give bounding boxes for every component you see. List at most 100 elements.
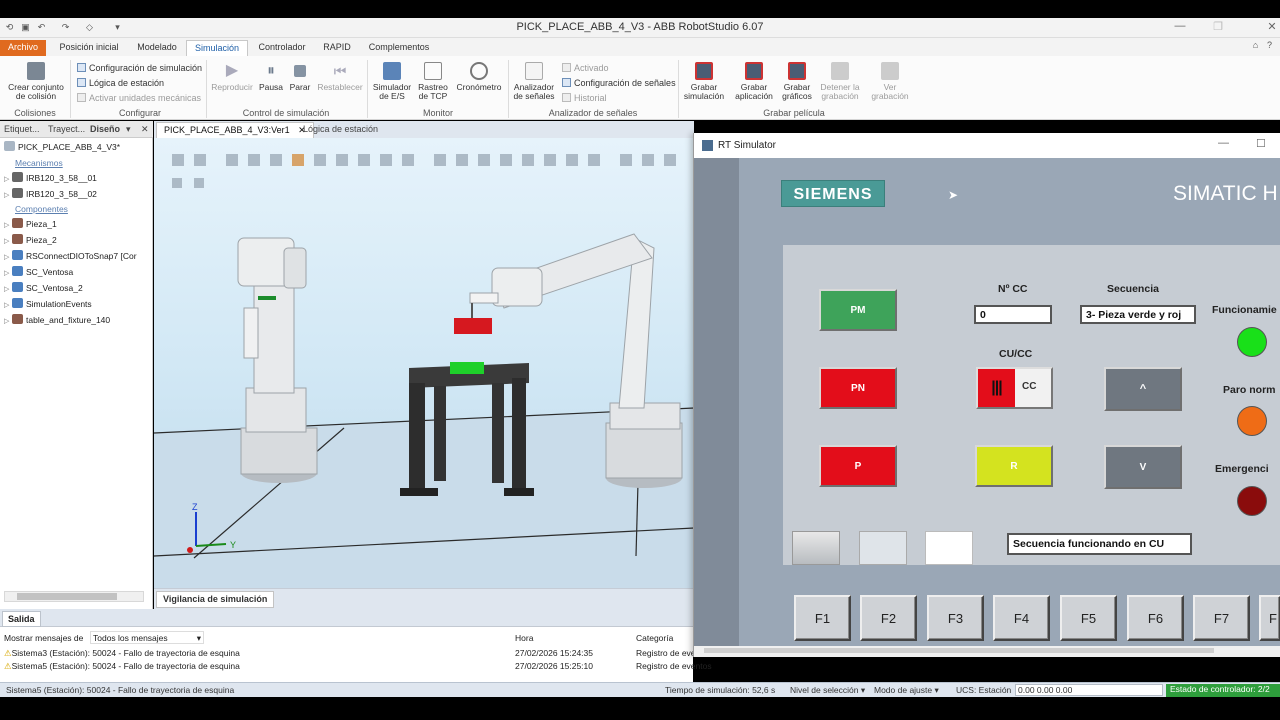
tree-item-componente[interactable]: ▷ Pieza_2 <box>4 232 57 248</box>
f2-key[interactable]: F2 <box>860 595 917 641</box>
tab-trayectorias[interactable]: Trayect... <box>48 123 85 137</box>
group-grabar-pelicula: Grabar película <box>763 108 825 118</box>
column-hora[interactable]: Hora <box>515 633 533 643</box>
thumbnail-station-icon[interactable] <box>859 531 907 565</box>
tab-rapid[interactable]: RAPID <box>318 40 356 56</box>
tab-etiquetas[interactable]: Etiquet... <box>4 123 40 137</box>
f1-key[interactable]: F1 <box>794 595 851 641</box>
tree-item-componente[interactable]: ▷ SC_Ventosa <box>4 264 73 280</box>
tab-salida[interactable]: Salida <box>2 611 41 627</box>
close-panel-icon[interactable]: ✕ <box>141 123 149 137</box>
create-collision-set-button[interactable]: Crear conjunto de colisión <box>4 62 68 101</box>
tab-view1[interactable]: PICK_PLACE_ABB_4_V3:Ver1 ✕ <box>156 122 314 138</box>
tab-station-logic[interactable]: Lógica de estación <box>296 122 385 138</box>
horizontal-scrollbar[interactable] <box>4 591 144 602</box>
viewport-toolbar[interactable] <box>172 154 676 188</box>
signal-config-button[interactable]: Configuración de señales <box>562 78 676 88</box>
controller-status[interactable]: Estado de controlador: 2/2 <box>1166 684 1280 697</box>
pin-icon[interactable]: ▾ <box>126 123 131 137</box>
part-icon <box>12 314 23 324</box>
tcp-trace-button[interactable]: Rastreo de TCP <box>414 62 452 101</box>
tab-diseno[interactable]: Diseño <box>90 123 120 137</box>
tab-complementos[interactable]: Complementos <box>362 40 436 56</box>
pm-button[interactable]: PM <box>819 289 897 331</box>
rt-horizontal-scrollbar[interactable] <box>704 648 1214 653</box>
record-graphics-button[interactable]: Grabar gráficos <box>778 62 816 101</box>
f6-key[interactable]: F6 <box>1127 595 1184 641</box>
close-icon[interactable]: ✕ <box>1262 20 1280 36</box>
tree-item-componente[interactable]: ▷ table_and_fixture_140 <box>4 312 110 328</box>
sim-config-button[interactable]: Configuración de simulación <box>77 63 202 73</box>
rt-app-icon <box>702 140 713 151</box>
rt-maximize-icon[interactable]: ☐ <box>1256 137 1266 150</box>
viewport-footer: Vigilancia de simulación <box>154 588 694 609</box>
help-icon[interactable]: ⌂ <box>1250 40 1261 51</box>
stop-recording-button[interactable]: Detener la grabación <box>816 62 864 101</box>
tree-item-componente[interactable]: ▷ Pieza_1 <box>4 216 57 232</box>
pause-button[interactable]: ⏸ Pausa <box>256 62 286 92</box>
view-recording-button[interactable]: Ver grabación <box>866 62 914 101</box>
minimize-icon[interactable]: — <box>1170 20 1190 36</box>
pn-button[interactable]: PN <box>819 367 897 409</box>
secuencia-field[interactable]: 3- Pieza verde y roj <box>1080 305 1196 324</box>
tab-simulacion[interactable]: Simulación <box>186 40 248 56</box>
scrollbar-thumb[interactable] <box>17 593 117 600</box>
nocc-field[interactable]: 0 <box>974 305 1052 324</box>
expand-arrow-icon[interactable]: ▷ <box>4 314 12 330</box>
tab-archivo[interactable]: Archivo <box>0 40 46 56</box>
expand-arrow-icon[interactable]: ▷ <box>4 188 12 204</box>
stop-recording-icon <box>831 62 849 80</box>
stop-button[interactable]: Parar <box>287 62 313 92</box>
cucc-switch[interactable]: ||| CC <box>976 367 1053 409</box>
f4-key[interactable]: F4 <box>993 595 1050 641</box>
signal-analyzer-icon <box>525 62 543 80</box>
output-row[interactable]: ⚠Sistema3 (Estación): 50024 - Fallo de t… <box>4 648 240 659</box>
snap-mode-dropdown[interactable]: Modo de ajuste ▾ <box>874 685 939 696</box>
tree-item-mecanismo[interactable]: ▷ IRB120_3_58__02 <box>4 186 97 202</box>
tree-item-componente[interactable]: ▷ SC_Ventosa_2 <box>4 280 83 296</box>
r-button[interactable]: R <box>975 445 1053 487</box>
f7-key[interactable]: F7 <box>1193 595 1250 641</box>
activate-mech-units-button[interactable]: Activar unidades mecánicas <box>77 93 201 103</box>
output-row[interactable]: ⚠Sistema5 (Estación): 50024 - Fallo de t… <box>4 661 240 672</box>
f3-key[interactable]: F3 <box>927 595 984 641</box>
restore-icon[interactable]: ❐ <box>1208 20 1228 36</box>
selection-level-dropdown[interactable]: Nivel de selección ▾ <box>790 685 865 696</box>
analyzer-enabled-check[interactable]: Activado <box>562 63 609 73</box>
robot-icon <box>12 188 23 198</box>
history-button[interactable]: Historial <box>562 93 607 103</box>
funcionamiento-label: Funcionamie <box>1212 304 1277 316</box>
tree-item-mecanismo[interactable]: ▷ IRB120_3_58__01 <box>4 170 97 186</box>
3d-viewport[interactable]: Z Y <box>154 138 694 588</box>
station-logic-button[interactable]: Lógica de estación <box>77 78 164 88</box>
thumbnail-screen-icon[interactable] <box>792 531 840 565</box>
signal-analyzer-button[interactable]: Analizador de señales <box>510 62 558 101</box>
rt-minimize-icon[interactable]: — <box>1218 137 1229 149</box>
cc-label: CC <box>1022 381 1037 392</box>
record-simulation-button[interactable]: Grabar simulación <box>680 62 728 101</box>
stopwatch-button[interactable]: Cronómetro <box>452 62 506 92</box>
up-button[interactable]: ^ <box>1104 367 1182 411</box>
v-button[interactable]: V <box>1104 445 1182 489</box>
tree-item-componente[interactable]: ▷ SimulationEvents <box>4 296 92 312</box>
question-icon[interactable]: ? <box>1264 40 1275 51</box>
tree-root[interactable]: PICK_PLACE_ABB_4_V3* <box>4 139 120 155</box>
message-filter-select[interactable]: Todos los mensajes ▾ <box>90 631 204 644</box>
play-button[interactable]: ▶ Reproducir <box>208 62 256 92</box>
tree-item-componente[interactable]: ▷ RSConnectDIOToSnap7 [Cor <box>4 248 137 264</box>
tab-modelado[interactable]: Modelado <box>130 40 184 56</box>
f5-key[interactable]: F5 <box>1060 595 1117 641</box>
simulation-time: Tiempo de simulación: 52,6 s <box>665 685 776 695</box>
column-categoria[interactable]: Categoría <box>636 633 673 643</box>
tab-posicion-inicial[interactable]: Posición inicial <box>52 40 126 56</box>
record-application-button[interactable]: Grabar aplicación <box>730 62 778 101</box>
tab-simulation-watch[interactable]: Vigilancia de simulación <box>156 591 275 608</box>
reset-button[interactable]: ⏮ Restablecer <box>314 62 366 92</box>
io-simulator-button[interactable]: Simulador de E/S <box>370 62 414 101</box>
f8-key[interactable]: F <box>1259 595 1280 641</box>
tab-controlador[interactable]: Controlador <box>252 40 312 56</box>
p-button[interactable]: P <box>819 445 897 487</box>
status-sequence-field: Secuencia funcionando en CU <box>1007 533 1192 555</box>
thumbnail-logo-icon[interactable] <box>925 531 973 565</box>
coordinates-field[interactable]: 0.00 0.00 0.00 <box>1015 684 1163 696</box>
